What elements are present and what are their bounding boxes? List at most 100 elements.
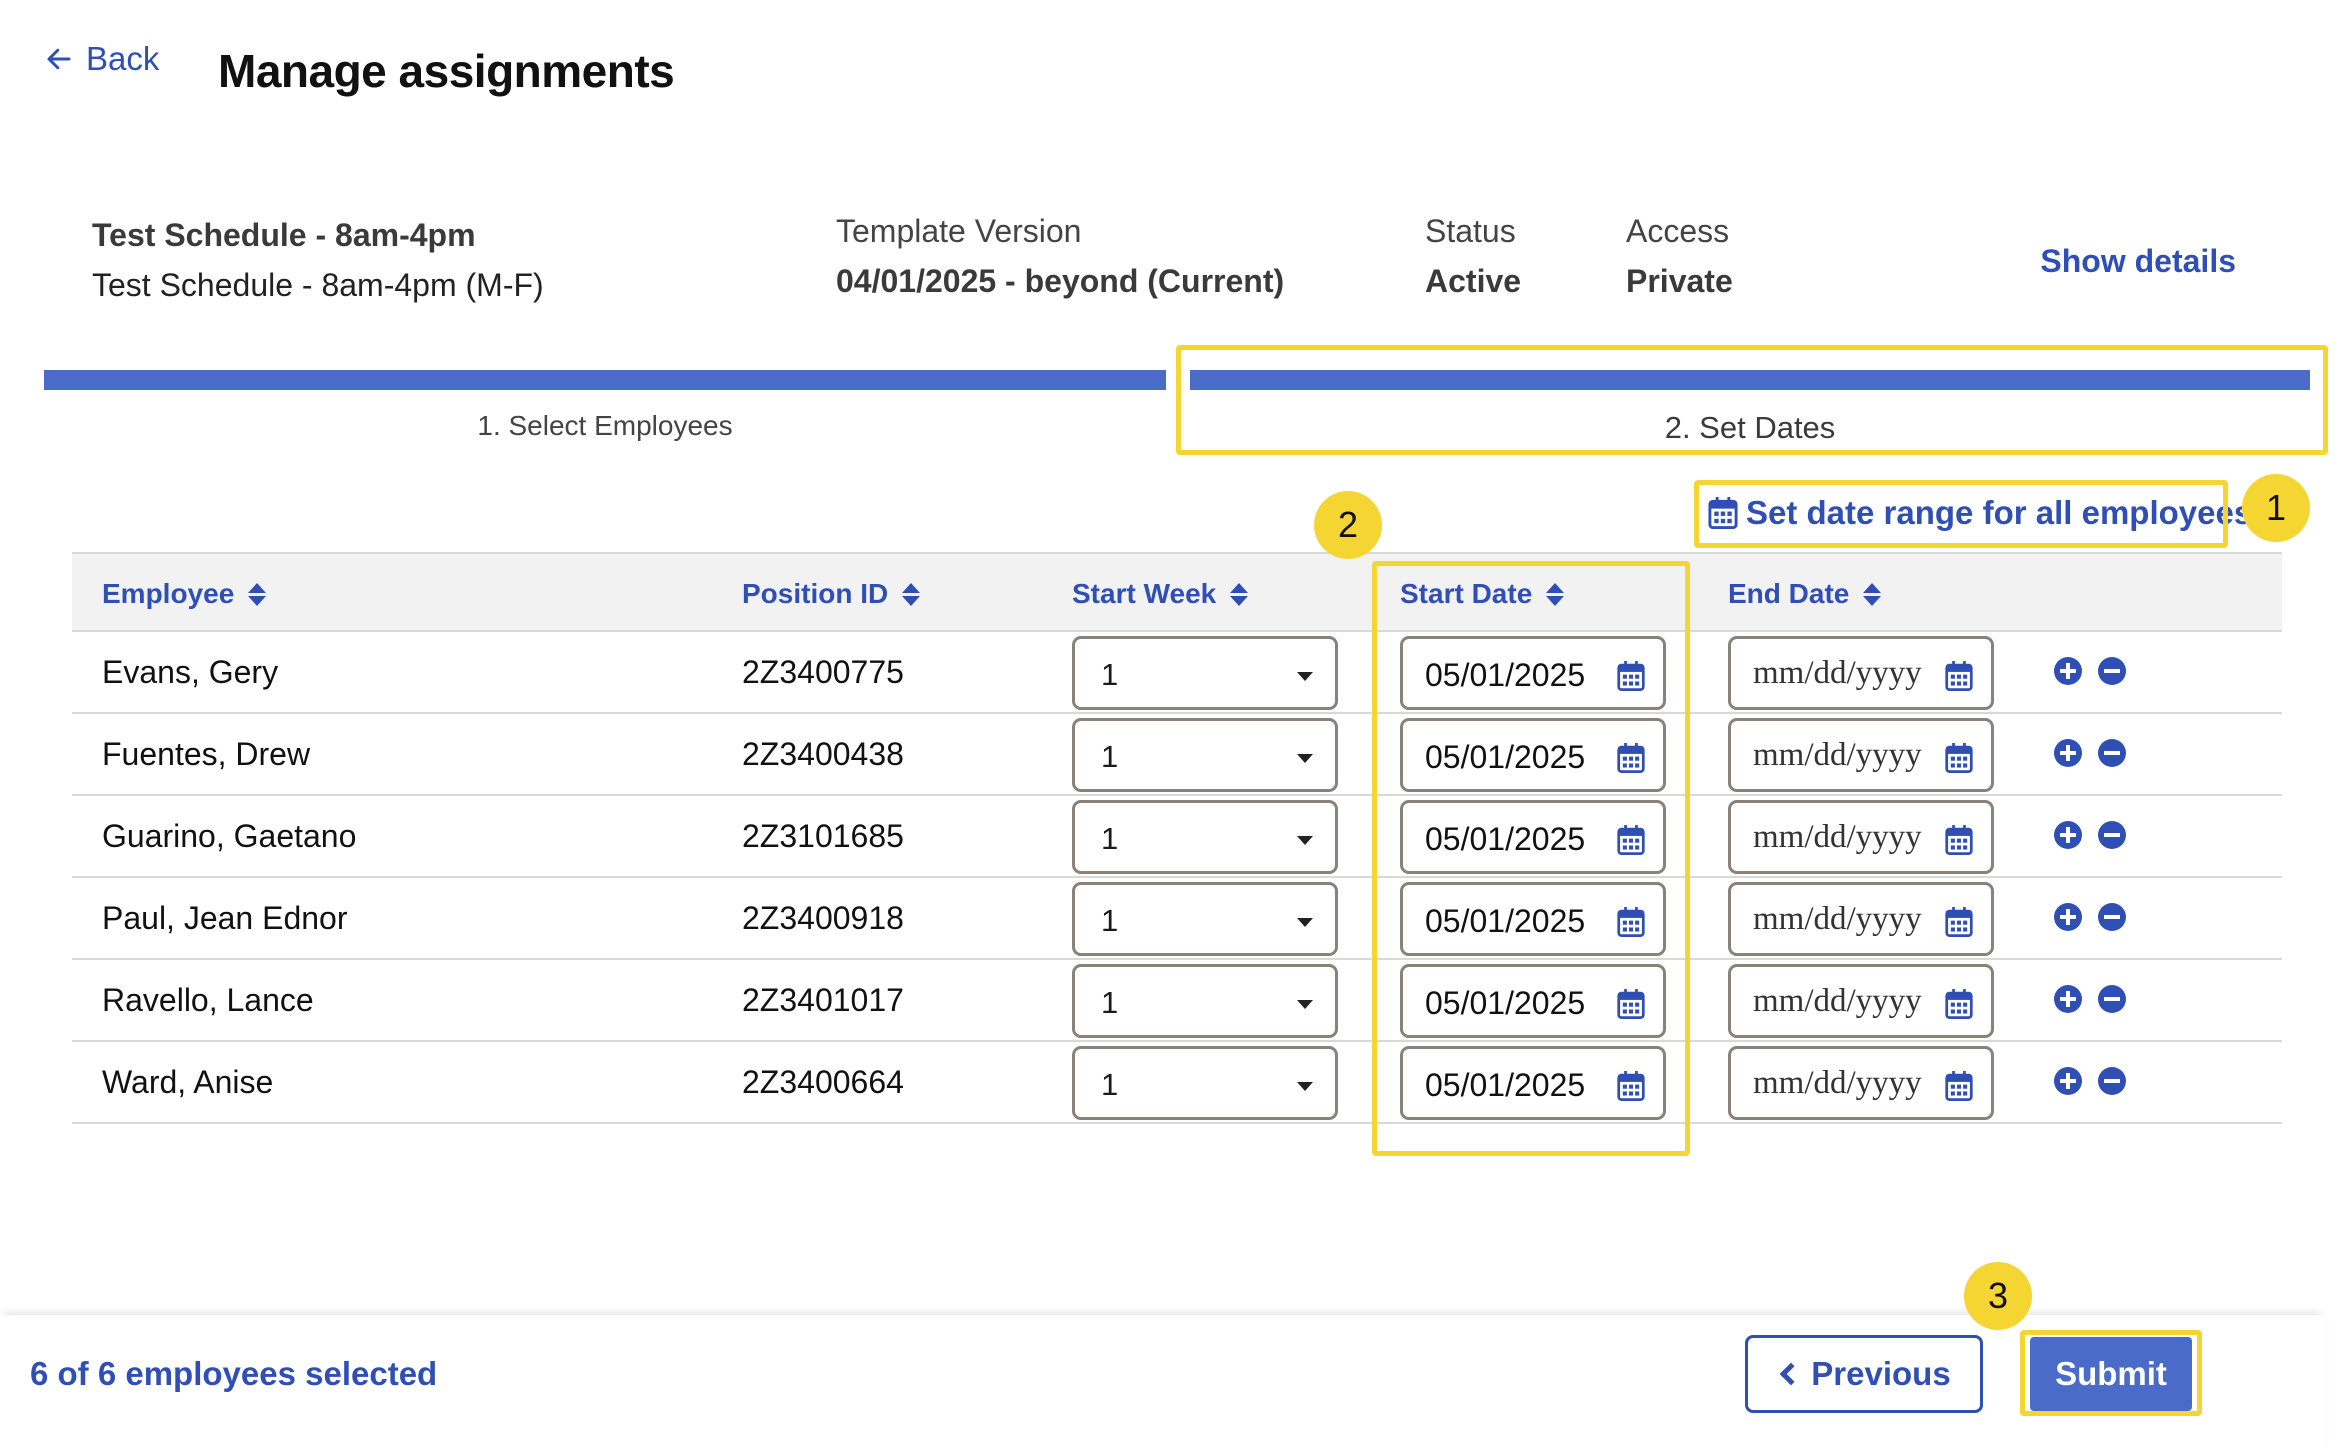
calendar-icon[interactable] [1617, 743, 1645, 773]
calendar-icon[interactable] [1945, 989, 1973, 1019]
sort-icon [1863, 582, 1882, 606]
schedule-subtitle: Test Schedule - 8am-4pm (M-F) [92, 267, 544, 303]
plus-circle-icon[interactable] [2054, 903, 2082, 931]
minus-circle-icon[interactable] [2098, 821, 2126, 849]
submit-button[interactable]: Submit [2030, 1337, 2192, 1411]
row-actions [2054, 821, 2126, 849]
plus-circle-icon[interactable] [2054, 985, 2082, 1013]
previous-button[interactable]: Previous [1745, 1335, 1983, 1413]
calendar-icon[interactable] [1945, 661, 1973, 691]
chevron-down-icon [1297, 918, 1313, 927]
header-position: Position ID [742, 578, 889, 609]
employee-name: Fuentes, Drew [102, 736, 311, 772]
start-week-select[interactable]: 1 [1072, 800, 1338, 874]
plus-circle-icon[interactable] [2054, 739, 2082, 767]
calendar-icon[interactable] [1617, 825, 1645, 855]
calendar-icon[interactable] [1617, 661, 1645, 691]
sort-end-date[interactable]: End Date [1728, 578, 1882, 610]
annotation-badge-1: 1 [2242, 474, 2310, 542]
table-row: Paul, Jean Ednor 2Z3400918 1 05/01/2025 mm/d… [72, 878, 2282, 960]
sort-start-date[interactable]: Start Date [1400, 578, 1565, 610]
step-progress-bar [44, 370, 1166, 390]
start-week-value: 1 [1101, 903, 1119, 938]
back-link[interactable]: Back [44, 40, 159, 78]
position-id: 2Z3400775 [742, 654, 904, 690]
calendar-icon[interactable] [1945, 907, 1973, 937]
sort-employee[interactable]: Employee [102, 578, 267, 610]
start-date-input[interactable]: 05/01/2025 [1400, 800, 1666, 874]
calendar-icon [1708, 497, 1738, 529]
sort-icon [248, 582, 267, 606]
table-header: Employee Position ID Start Week Start Da… [72, 552, 2282, 632]
start-date-input[interactable]: 05/01/2025 [1400, 636, 1666, 710]
employee-name: Ravello, Lance [102, 982, 314, 1018]
end-date-input[interactable]: mm/dd/yyyy [1728, 718, 1994, 792]
end-date-placeholder: mm/dd/yyyy [1753, 655, 1922, 691]
set-date-range-link[interactable]: Set date range for all employees [1708, 494, 2252, 532]
end-date-input[interactable]: mm/dd/yyyy [1728, 1046, 1994, 1120]
minus-circle-icon[interactable] [2098, 1067, 2126, 1095]
start-week-select[interactable]: 1 [1072, 882, 1338, 956]
sort-position[interactable]: Position ID [742, 578, 921, 610]
header-employee: Employee [102, 578, 235, 609]
minus-circle-icon[interactable] [2098, 739, 2126, 767]
row-actions [2054, 739, 2126, 767]
calendar-icon[interactable] [1617, 1071, 1645, 1101]
step-set-dates[interactable]: 2. Set Dates [1190, 370, 2310, 460]
end-date-input[interactable]: mm/dd/yyyy [1728, 964, 1994, 1038]
start-date-input[interactable]: 05/01/2025 [1400, 964, 1666, 1038]
footer-bar: 6 of 6 employees selected Previous Submi… [0, 1315, 2325, 1456]
chevron-down-icon [1297, 754, 1313, 763]
minus-circle-icon[interactable] [2098, 657, 2126, 685]
table-row: Fuentes, Drew 2Z3400438 1 05/01/2025 mm/dd/y… [72, 714, 2282, 796]
table-row: Evans, Gery 2Z3400775 1 05/01/2025 mm/dd/yyy… [72, 632, 2282, 714]
start-week-select[interactable]: 1 [1072, 1046, 1338, 1120]
start-week-value: 1 [1101, 739, 1119, 774]
employee-name: Paul, Jean Ednor [102, 900, 348, 936]
minus-circle-icon[interactable] [2098, 985, 2126, 1013]
arrow-left-icon [47, 48, 71, 70]
end-date-input[interactable]: mm/dd/yyyy [1728, 882, 1994, 956]
table-row: Ward, Anise 2Z3400664 1 05/01/2025 mm/dd/yyy… [72, 1042, 2282, 1124]
plus-circle-icon[interactable] [2054, 1067, 2082, 1095]
start-week-select[interactable]: 1 [1072, 636, 1338, 710]
end-date-placeholder: mm/dd/yyyy [1753, 737, 1922, 773]
start-week-value: 1 [1101, 1067, 1119, 1102]
start-week-select[interactable]: 1 [1072, 718, 1338, 792]
chevron-down-icon [1297, 1082, 1313, 1091]
header-start-week: Start Week [1072, 578, 1217, 609]
calendar-icon[interactable] [1617, 989, 1645, 1019]
template-version-label: Template Version [836, 213, 1082, 249]
sort-start-week[interactable]: Start Week [1072, 578, 1249, 610]
start-date-input[interactable]: 05/01/2025 [1400, 718, 1666, 792]
row-actions [2054, 657, 2126, 685]
start-week-value: 1 [1101, 985, 1119, 1020]
end-date-input[interactable]: mm/dd/yyyy [1728, 800, 1994, 874]
calendar-icon[interactable] [1617, 907, 1645, 937]
plus-circle-icon[interactable] [2054, 657, 2082, 685]
start-week-select[interactable]: 1 [1072, 964, 1338, 1038]
start-week-value: 1 [1101, 821, 1119, 856]
calendar-icon[interactable] [1945, 743, 1973, 773]
step-progress-bar [1190, 370, 2310, 390]
calendar-icon[interactable] [1945, 825, 1973, 855]
row-actions [2054, 985, 2126, 1013]
start-date-input[interactable]: 05/01/2025 [1400, 1046, 1666, 1120]
minus-circle-icon[interactable] [2098, 903, 2126, 931]
start-date-value: 05/01/2025 [1425, 821, 1586, 857]
start-date-input[interactable]: 05/01/2025 [1400, 882, 1666, 956]
chevron-down-icon [1297, 672, 1313, 681]
calendar-icon[interactable] [1945, 1071, 1973, 1101]
step-label: 2. Set Dates [1664, 410, 1836, 445]
employee-name: Ward, Anise [102, 1064, 274, 1100]
plus-circle-icon[interactable] [2054, 821, 2082, 849]
end-date-input[interactable]: mm/dd/yyyy [1728, 636, 1994, 710]
table-row: Guarino, Gaetano 2Z3101685 1 05/01/2025 mm/d… [72, 796, 2282, 878]
table-row: Ravello, Lance 2Z3401017 1 05/01/2025 mm/dd/… [72, 960, 2282, 1042]
page-title: Manage assignments [218, 45, 675, 97]
employee-name: Evans, Gery [102, 654, 279, 690]
position-id: 2Z3101685 [742, 818, 904, 854]
step-select-employees[interactable]: 1. Select Employees [44, 370, 1166, 460]
row-actions [2054, 1067, 2126, 1095]
show-details-link[interactable]: Show details [2040, 243, 2236, 280]
